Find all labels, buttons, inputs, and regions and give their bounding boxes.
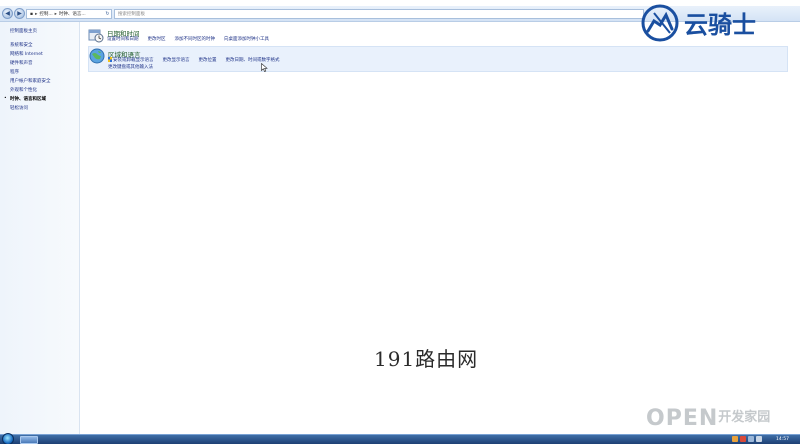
forward-icon[interactable]: ▶ <box>14 8 25 19</box>
globe-icon <box>89 48 105 64</box>
taskbar-clock[interactable]: 14:57 <box>776 436 789 444</box>
category-links: 设置时间和日期 更改时区 添加不同时区的时钟 向桌面添加时钟小工具 <box>107 36 269 42</box>
address-field[interactable]: ▪ ▸ 控制... ▸ 时钟、语言... <box>26 9 112 19</box>
breadcrumb-separator-icon: ▸ <box>35 11 38 17</box>
link-change-timezone[interactable]: 更改时区 <box>148 36 166 42</box>
control-panel-icon: ▪ <box>30 11 34 17</box>
tray-app-icon[interactable] <box>740 436 746 442</box>
link-change-keyboard[interactable]: 更改键盘或其他输入法 <box>108 65 153 70</box>
uac-shield-icon <box>108 57 112 62</box>
breadcrumb-item-control[interactable]: 控制... <box>39 11 52 17</box>
tray-app-icon[interactable] <box>732 436 738 442</box>
link-install-display-language[interactable]: 安装或卸载显示语言 <box>113 58 154 63</box>
link-change-date-time-format[interactable]: 更改日期、时间或数字格式 <box>226 57 280 63</box>
link-wrapper: 安装或卸载显示语言 <box>108 57 154 63</box>
tray-network-icon[interactable] <box>748 436 754 442</box>
search-input[interactable]: 搜索控制面板 <box>114 9 644 19</box>
left-nav-item-system-security[interactable]: 系统和安全 <box>10 42 33 48</box>
left-nav-item-network[interactable]: 网络和 Internet <box>10 51 43 57</box>
taskbar-button-explorer[interactable] <box>20 436 38 444</box>
calendar-clock-icon <box>88 27 104 43</box>
watermark-open-kaifajiayuan: OPEN开发家园 <box>646 406 770 431</box>
system-tray <box>732 436 762 442</box>
refresh-icon[interactable]: ↻ <box>103 9 112 19</box>
left-nav-item-programs[interactable]: 程序 <box>10 69 19 75</box>
taskbar: 14:57 <box>0 433 800 444</box>
left-nav-item-hardware[interactable]: 硬件和声音 <box>10 60 33 66</box>
link-add-clocks[interactable]: 添加不同时区的时钟 <box>175 36 216 42</box>
tray-volume-icon[interactable] <box>756 436 762 442</box>
left-nav-item-user-accounts[interactable]: 用户帐户和家庭安全 <box>10 78 51 84</box>
back-icon[interactable]: ◀ <box>2 8 13 19</box>
mouse-cursor-icon <box>261 62 268 73</box>
link-add-clock-gadget[interactable]: 向桌面添加时钟小工具 <box>224 36 269 42</box>
category-links: 安装或卸载显示语言 更改显示语言 更改位置 更改日期、时间或数字格式 <box>108 57 280 63</box>
category-region-language: 区域和语言 安装或卸载显示语言 更改显示语言 更改位置 更改日期、时间或数字格式… <box>88 46 788 72</box>
category-date-time: 日期和时间 设置时间和日期 更改时区 添加不同时区的时钟 向桌面添加时钟小工具 <box>88 26 788 44</box>
watermark-open-cn: 开发家园 <box>718 410 771 425</box>
watermark-191luyou: 191路由网 <box>374 347 479 371</box>
current-item-bullet-icon: • <box>4 96 7 101</box>
left-nav-pane: 控制面板主页 系统和安全 网络和 Internet 硬件和声音 程序 用户帐户和… <box>0 22 80 434</box>
left-nav-item-clock-language[interactable]: 时钟、语言和区域 <box>10 96 46 102</box>
category-links-row2: 更改键盘或其他输入法 <box>108 64 153 70</box>
watermark-open-latin: OPEN <box>646 406 719 431</box>
left-nav-item-appearance[interactable]: 外观和个性化 <box>10 87 37 93</box>
left-nav-item-ease-of-access[interactable]: 轻松访问 <box>10 105 28 111</box>
link-change-location[interactable]: 更改位置 <box>199 57 217 63</box>
link-set-time-date[interactable]: 设置时间和日期 <box>107 36 139 42</box>
left-nav-home[interactable]: 控制面板主页 <box>10 28 37 34</box>
breadcrumb-separator-icon: ▸ <box>54 11 57 17</box>
link-change-display-language[interactable]: 更改显示语言 <box>163 57 190 63</box>
start-button-icon[interactable] <box>2 433 14 444</box>
breadcrumb-item-clock[interactable]: 时钟、语言... <box>59 11 86 17</box>
